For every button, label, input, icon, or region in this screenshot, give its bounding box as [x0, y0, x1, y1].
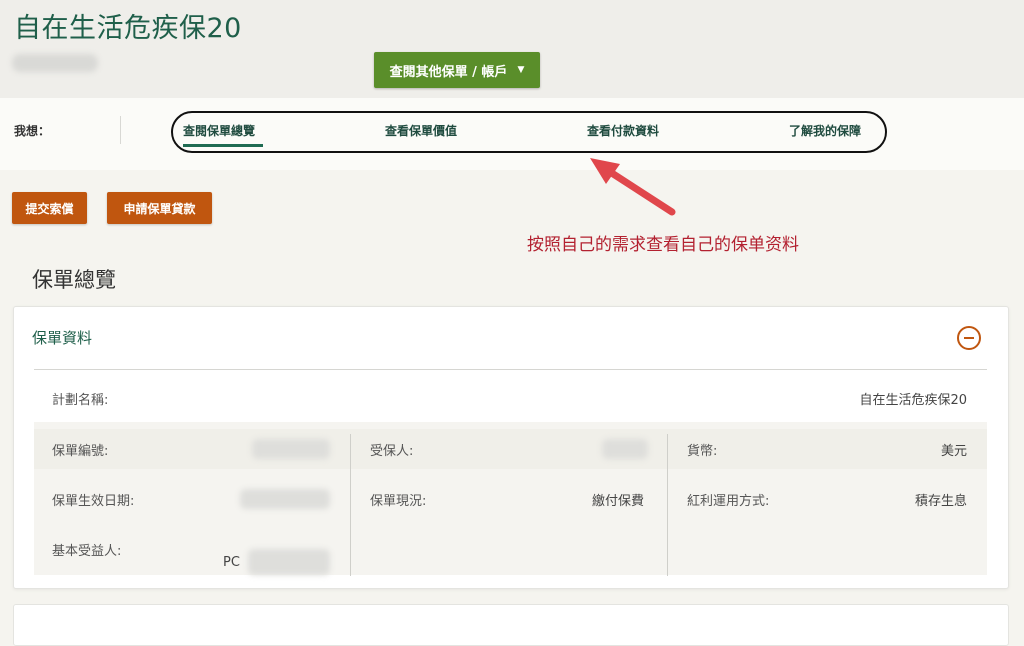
- active-tab-underline: [183, 144, 263, 147]
- plan-name-label: 計劃名稱:: [52, 393, 109, 408]
- apply-loan-button[interactable]: 申請保單貸款: [107, 192, 212, 224]
- annotation-text: 按照自己的需求查看自己的保单资料: [527, 235, 799, 255]
- annotation-ellipse: [171, 111, 887, 153]
- detail-row: 保單編號: 受保人: 貨幣: 美元: [34, 429, 987, 469]
- beneficiary-partial-value: PC: [223, 555, 240, 570]
- card-title: 保單資料: [32, 329, 93, 347]
- policy-no-label: 保單編號:: [52, 444, 109, 459]
- plan-name-value: 自在生活危疾保20: [859, 393, 967, 408]
- i-want-label: 我想：: [14, 124, 51, 138]
- detail-row: 基本受益人: PC: [34, 529, 987, 575]
- redacted-insured: [602, 439, 648, 459]
- tab-my-coverage[interactable]: 了解我的保障: [789, 122, 861, 139]
- redacted-policy-no: [252, 439, 330, 459]
- section-title: 保單總覽: [32, 268, 116, 292]
- policy-detail-grid: 保單編號: 受保人: 貨幣: 美元 保單生效日期: 保單現況: 繳付保費 紅利運…: [34, 422, 987, 576]
- currency-label: 貨幣:: [687, 444, 718, 459]
- redacted-effective-date: [240, 489, 330, 509]
- caret-down-icon: ▼: [517, 65, 525, 75]
- submit-claim-button[interactable]: 提交索償: [12, 192, 87, 224]
- detail-row: 保單生效日期: 保單現況: 繳付保費 紅利運用方式: 積存生息: [34, 479, 987, 519]
- action-nav: 我想： 查閱保單總覽 查看保單價值 查看付款資料 了解我的保障: [0, 98, 1024, 170]
- dividend-value: 積存生息: [914, 494, 967, 509]
- card-divider: [34, 369, 987, 370]
- page-title: 自在生活危疾保20: [14, 13, 242, 44]
- status-value: 繳付保費: [592, 494, 645, 509]
- plan-name-row: 計劃名稱: 自在生活危疾保20: [34, 377, 987, 417]
- effective-date-label: 保單生效日期:: [52, 494, 135, 509]
- column-divider: [350, 434, 351, 576]
- redacted-account-name: [12, 54, 98, 72]
- redacted-beneficiary: [248, 549, 330, 575]
- dividend-label: 紅利運用方式:: [687, 494, 770, 509]
- next-card: [13, 604, 1009, 646]
- tab-payment-info[interactable]: 查看付款資料: [587, 122, 659, 139]
- other-policy-dropdown-label: 查閱其他保單 / 帳戶: [389, 64, 508, 80]
- beneficiary-label: 基本受益人:: [52, 544, 122, 559]
- insured-label: 受保人:: [370, 444, 414, 459]
- nav-divider: [120, 116, 121, 144]
- status-label: 保單現況:: [370, 494, 427, 509]
- collapse-icon[interactable]: [957, 326, 981, 350]
- other-policy-dropdown[interactable]: 查閱其他保單 / 帳戶 ▼: [374, 52, 540, 88]
- policy-info-card: 保單資料 計劃名稱: 自在生活危疾保20 保單編號: 受保人: 貨幣: 美元 保…: [13, 306, 1009, 589]
- annotation-arrow-icon: [590, 158, 676, 216]
- currency-value: 美元: [940, 444, 967, 459]
- column-divider: [667, 434, 668, 576]
- tab-policy-value[interactable]: 查看保單價值: [385, 122, 457, 139]
- tab-policy-overview[interactable]: 查閱保單總覽: [183, 122, 255, 139]
